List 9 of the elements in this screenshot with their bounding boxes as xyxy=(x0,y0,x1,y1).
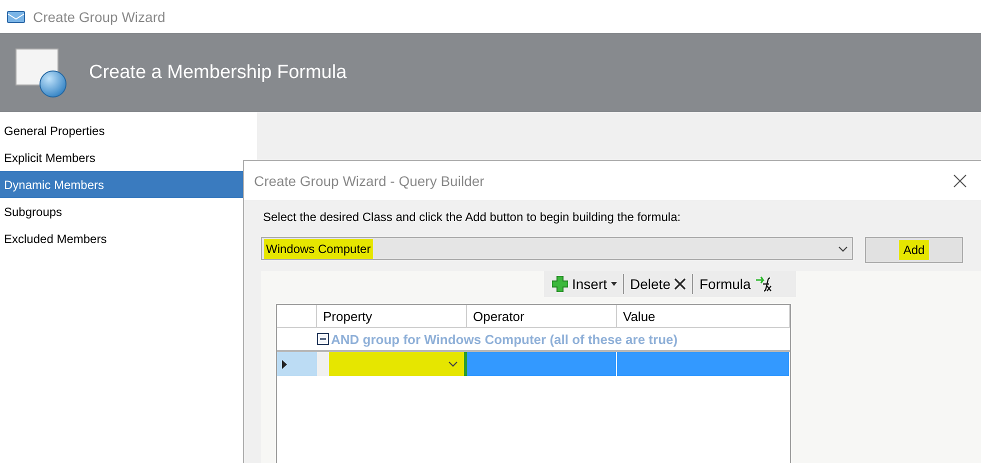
column-header: Operator xyxy=(467,305,617,328)
dropdown-value: Windows Computer xyxy=(264,238,373,258)
group-label: AND group for Windows Computer (all of these are true) xyxy=(331,332,678,346)
column-header: Value xyxy=(617,305,790,328)
instruction-text: Select the desired Class and click the Add button to begin building the formula: xyxy=(263,210,682,224)
page-title: Create a Membership Formula xyxy=(89,62,347,84)
dialog-title: Create Group Wizard - Query Builder xyxy=(254,172,484,188)
window-title: Create Group Wizard xyxy=(33,8,166,24)
column-header: Property xyxy=(317,305,467,328)
